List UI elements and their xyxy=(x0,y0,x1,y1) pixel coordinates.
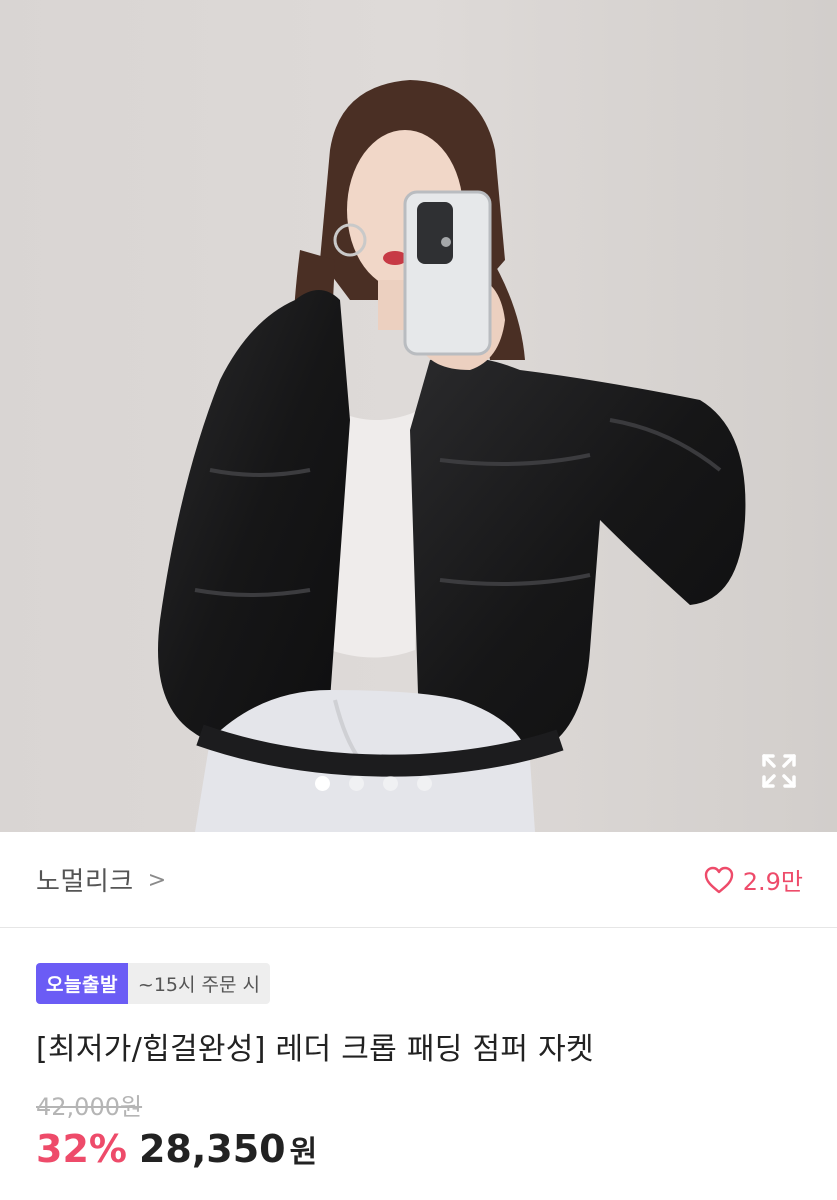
order-cutoff-badge: ~15시 주문 시 xyxy=(127,963,271,1004)
brand-name: 노멀리크 xyxy=(36,867,134,897)
product-title: [최저가/힙걸완성] 레더 크롭 패딩 점퍼 자켓 xyxy=(36,1032,594,1067)
price-unit: 원 xyxy=(289,1135,318,1170)
same-day-shipping-badge: 오늘출발 xyxy=(36,963,128,1004)
sale-price: 28,350 xyxy=(138,1127,286,1171)
like-count: 2.9만 xyxy=(742,868,803,896)
brand-link[interactable]: 노멀리크 > xyxy=(36,861,166,898)
gallery-dot[interactable] xyxy=(383,776,398,791)
product-photo-illustration xyxy=(0,0,837,832)
price-row: 32% 28,350 원 xyxy=(36,1127,317,1171)
heart-outline-icon xyxy=(704,866,733,893)
original-price: 42,000원 xyxy=(36,1093,143,1121)
expand-fullscreen-icon[interactable] xyxy=(758,750,800,792)
gallery-dot[interactable] xyxy=(417,776,432,791)
gallery-pagination xyxy=(0,776,837,791)
brand-row: 노멀리크 > 2.9만 xyxy=(0,832,837,928)
product-image[interactable] xyxy=(0,0,837,832)
discount-rate: 32% xyxy=(36,1127,127,1171)
chevron-right-icon: > xyxy=(147,868,167,893)
like-button[interactable]: 2.9만 xyxy=(703,862,803,897)
gallery-dot[interactable] xyxy=(349,776,364,791)
gallery-dot-active[interactable] xyxy=(315,776,330,791)
product-detail-page: 노멀리크 > 2.9만 오늘출발 ~15시 주문 시 [최저가/힙걸완성] 레더… xyxy=(0,0,837,1200)
delivery-badges: 오늘출발 ~15시 주문 시 xyxy=(36,963,271,1004)
